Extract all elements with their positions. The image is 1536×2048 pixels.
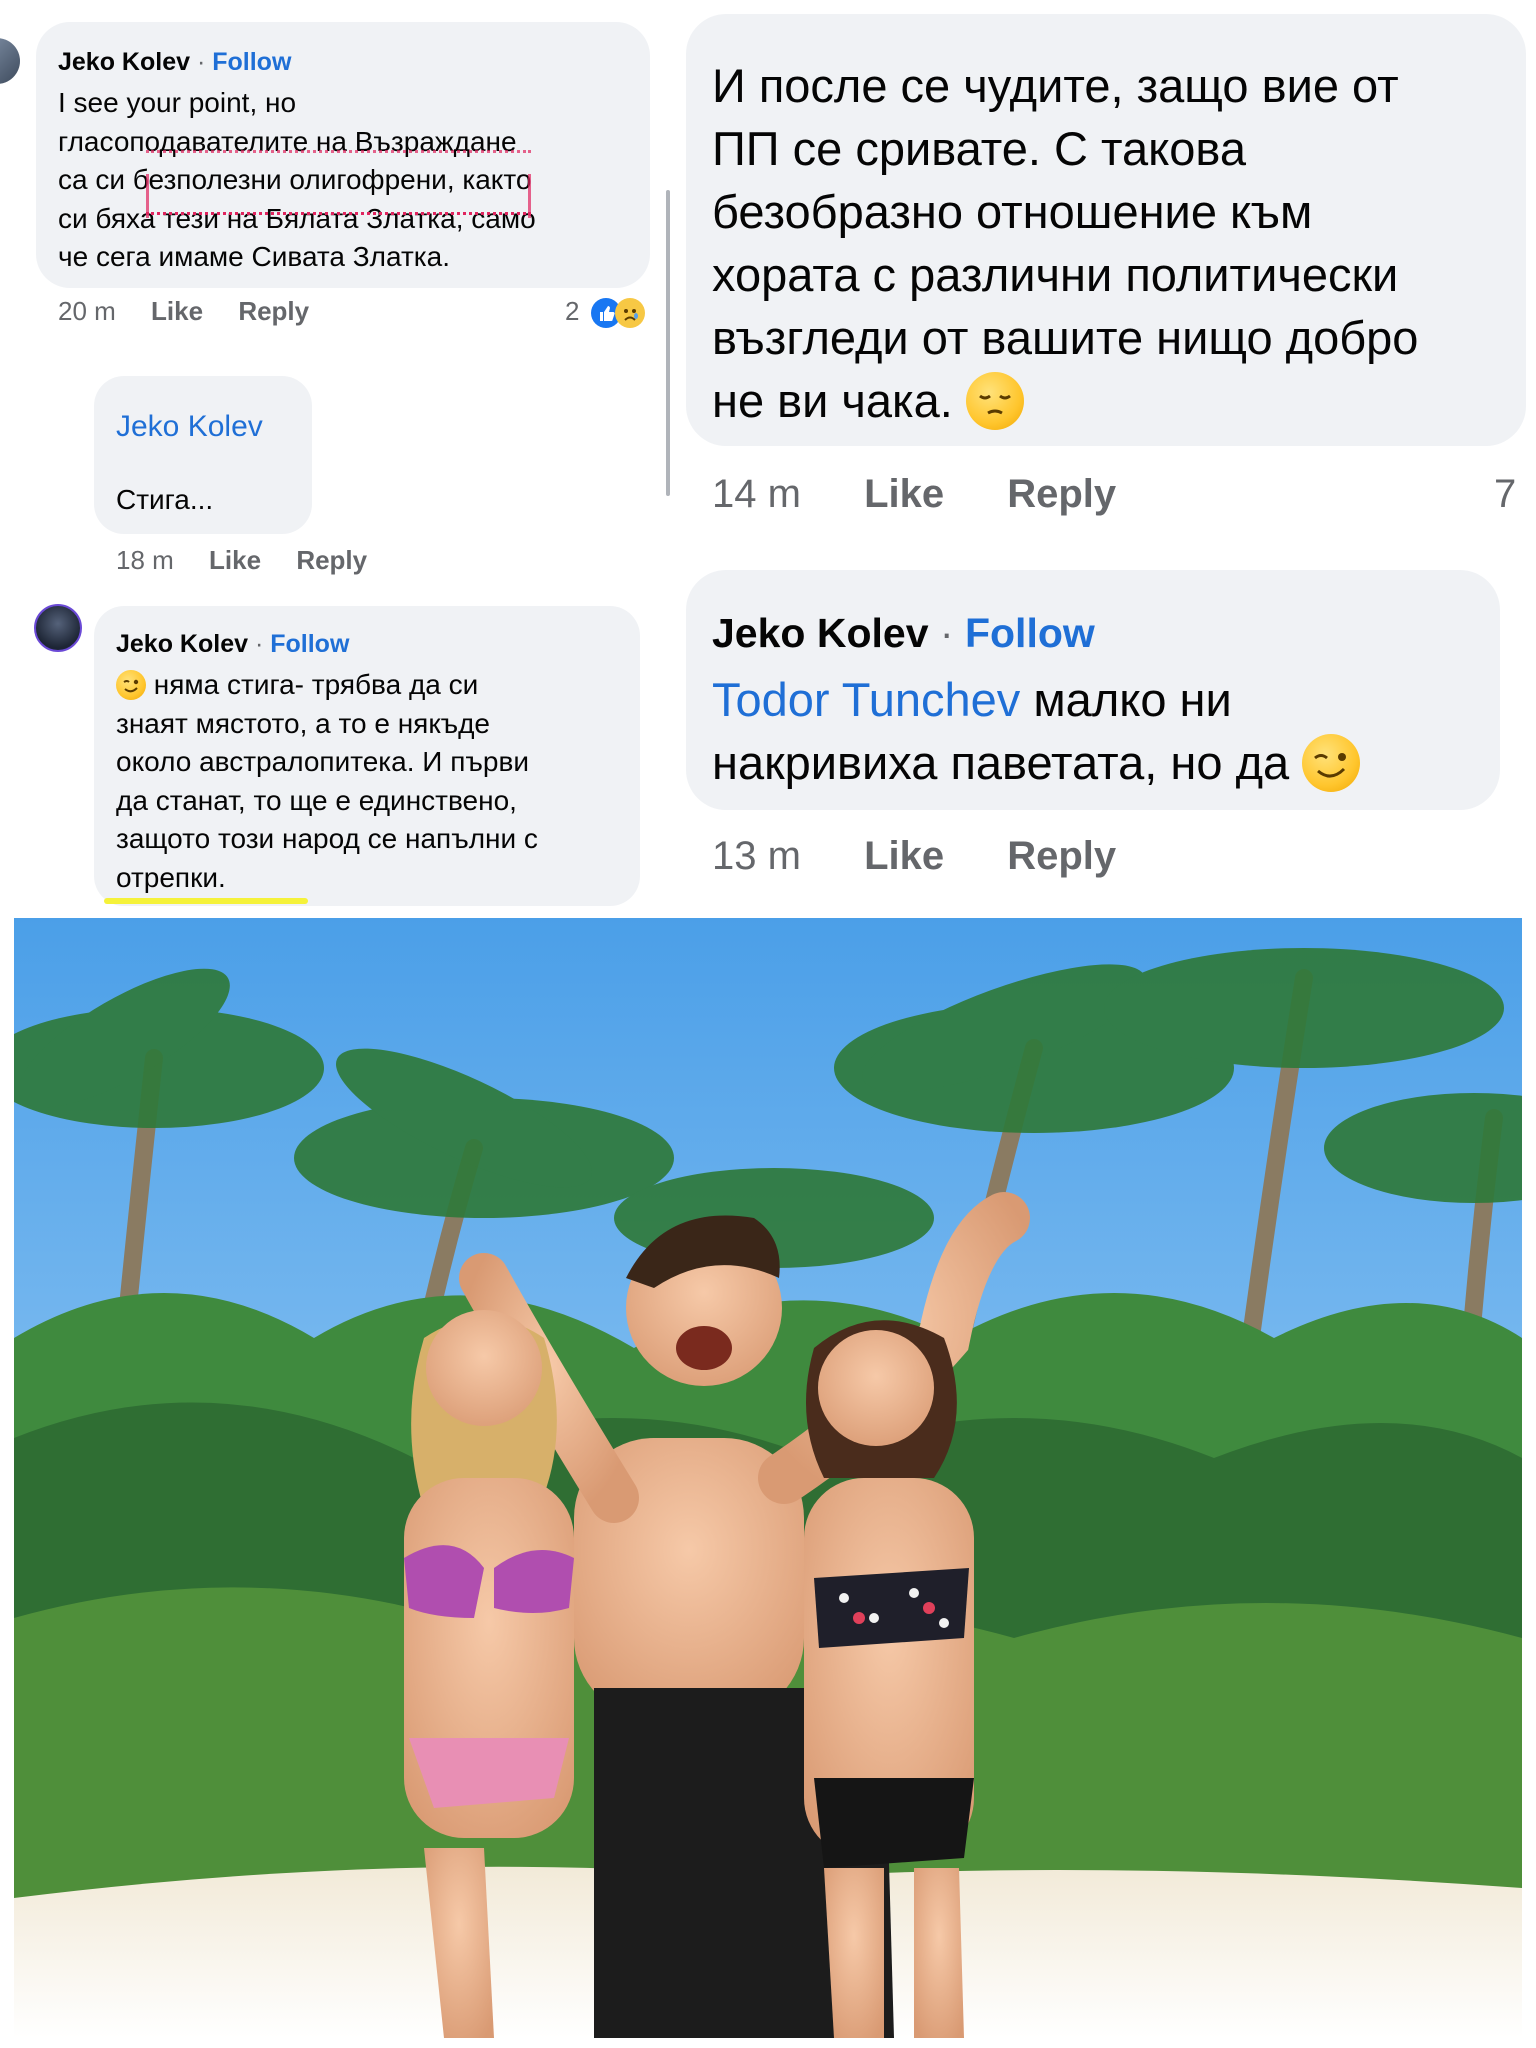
comment-line: защото този народ се напълни с [116, 823, 538, 855]
comment-text: I see your point, но гласоподавателите н… [58, 84, 536, 277]
sad-icon [614, 298, 645, 329]
beach-photo-illustration [14, 918, 1522, 2038]
comment-line: безобразно отношение към [712, 185, 1313, 238]
comment-line: хората с различни политически [712, 248, 1399, 301]
comment-text: И после се чудите, защо вие от ПП се сри… [712, 54, 1532, 432]
separator: · [254, 630, 264, 658]
like-button[interactable]: Like [864, 834, 944, 879]
text-cursor-marker [146, 174, 149, 218]
timestamp: 13 m [712, 834, 801, 878]
comment-bubble-2: Jeko Kolev Стига... [94, 376, 312, 534]
like-button[interactable]: Like [864, 472, 944, 517]
comment-meta: 13 m Like Reply [712, 834, 1116, 879]
beach-photo [14, 918, 1522, 2038]
highlight-underline [104, 898, 308, 904]
separator: · [939, 610, 954, 656]
avatar[interactable] [34, 604, 82, 652]
follow-button[interactable]: Follow [270, 630, 349, 658]
comment-bubble-5: Jeko Kolev · Follow Todor Tunchev малко … [686, 570, 1500, 810]
comment-header: Jeko Kolev · Follow [58, 48, 291, 77]
comment-line: знаят мястото, а то е някъде [116, 707, 491, 739]
comment-line: И после се чудите, защо вие от [712, 59, 1399, 112]
comment-meta: 14 m Like Reply [712, 472, 1116, 517]
pensive-face-icon [965, 371, 1024, 430]
comment-line-text: малко ни [1020, 673, 1232, 726]
separator: · [196, 48, 206, 76]
timestamp: 18 m [116, 545, 174, 575]
timestamp: 14 m [712, 472, 801, 516]
comment-line-text: не ви чака. [712, 374, 953, 427]
comment-text: Todor Tunchev малко ни накривиха паветат… [712, 668, 1361, 794]
scrollbar[interactable] [666, 190, 670, 496]
like-button[interactable]: Like [151, 296, 203, 327]
comment-line: са си безполезни олигофрени, както [58, 164, 532, 195]
comment-line-text: накривиха паветата, но да [712, 736, 1290, 789]
text-cursor-marker [528, 174, 531, 218]
follow-button[interactable]: Follow [965, 610, 1095, 656]
comment-line: възгледи от вашите нищо добро [712, 311, 1419, 364]
reply-button[interactable]: Reply [1007, 834, 1116, 879]
comment-line: си бяха тези на Бялата Златка, само [58, 202, 536, 234]
spellcheck-underline [146, 212, 531, 215]
timestamp: 20 m [58, 296, 116, 326]
comment-line: I see your point, но [58, 87, 297, 118]
reaction-count[interactable]: 7 [1494, 472, 1516, 517]
winking-face-icon [1302, 733, 1361, 792]
mention-link[interactable]: Jeko Kolev [116, 410, 263, 444]
reaction-summary[interactable]: 2 [565, 296, 645, 329]
comment-text: Стига... [116, 484, 214, 515]
reaction-count: 2 [565, 296, 580, 326]
mention-link[interactable]: Todor Tunchev [712, 673, 1020, 726]
comment-text: няма стига- трябва да си знаят мястото, … [116, 666, 538, 898]
spellcheck-underline [146, 150, 531, 153]
follow-button[interactable]: Follow [212, 48, 291, 76]
reply-button[interactable]: Reply [1007, 472, 1116, 517]
author-name[interactable]: Jeko Kolev [116, 630, 248, 658]
comment-meta: 18 m Like Reply [116, 545, 367, 576]
comment-line: че сега имаме Сивата Златка. [58, 241, 451, 272]
reply-button[interactable]: Reply [296, 545, 367, 576]
like-button[interactable]: Like [209, 545, 261, 576]
comment-line: не ви чака. [712, 369, 1532, 432]
comment-line: отрепки. [116, 861, 226, 893]
comment-header: Jeko Kolev · Follow [116, 630, 349, 659]
comment-line: Todor Tunchev малко ни [712, 668, 1360, 731]
comment-line: да станат, то ще е единствено, [116, 784, 517, 816]
reply-button[interactable]: Reply [238, 296, 309, 327]
comment-bubble-4: И после се чудите, защо вие от ПП се сри… [686, 14, 1526, 446]
avatar[interactable] [0, 38, 20, 84]
comment-line-text: няма стига- трябва да си [146, 669, 479, 700]
comment-bubble-3: Jeko Kolev · Follow няма стига- трябва д… [94, 606, 640, 906]
comment-line: около австралопитека. И първи [116, 746, 529, 778]
author-name[interactable]: Jeko Kolev [58, 48, 190, 76]
comment-header: Jeko Kolev · Follow [712, 610, 1095, 657]
winking-face-icon [116, 669, 146, 700]
comment-meta: 20 m Like Reply [58, 296, 309, 327]
comment-line: няма стига- трябва да си [116, 666, 538, 705]
comment-bubble-1: Jeko Kolev · Follow I see your point, но… [36, 22, 650, 288]
comment-line: ПП се сривате. С такова [712, 122, 1246, 175]
author-name[interactable]: Jeko Kolev [712, 610, 929, 656]
comment-line: накривиха паветата, но да [712, 731, 1361, 794]
comment-line: гласоподавателите на Възраждане [58, 125, 517, 157]
